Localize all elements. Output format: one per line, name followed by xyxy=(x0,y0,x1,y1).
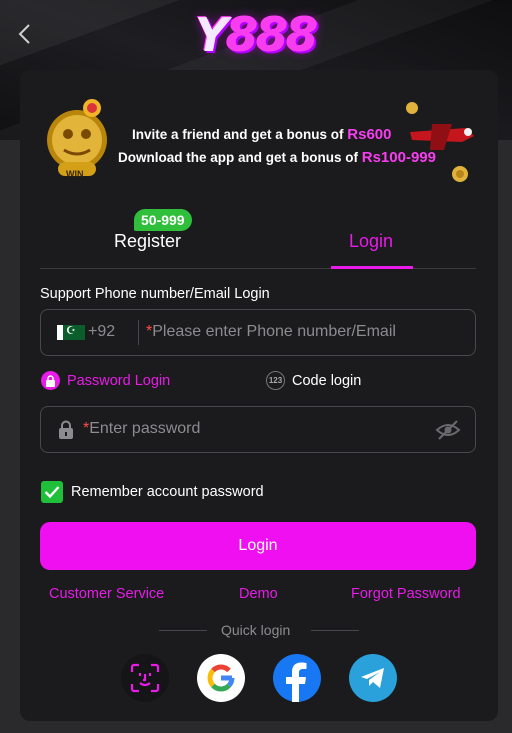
telegram-button[interactable] xyxy=(349,654,397,702)
login-button[interactable]: Login xyxy=(40,522,476,570)
code-login-label: Code login xyxy=(292,372,362,389)
remember-password-toggle[interactable]: Remember account password xyxy=(41,481,264,503)
quick-login-label: Quick login xyxy=(221,622,291,638)
brand-logo: Y888 xyxy=(195,8,318,62)
password-placeholder: *Enter password xyxy=(83,420,201,437)
active-tab-indicator xyxy=(331,266,413,269)
win-label: WIN xyxy=(66,169,84,179)
password-field[interactable]: *Enter password xyxy=(40,406,476,453)
promo-download-text: Download the app and get a bonus of xyxy=(118,150,362,165)
password-placeholder-text: Enter password xyxy=(89,420,201,437)
facebook-button[interactable] xyxy=(273,654,321,702)
field-separator xyxy=(138,320,139,345)
promo-banner[interactable]: WIN Invite a friend and get a bonus of R… xyxy=(40,98,480,188)
checkmark-icon xyxy=(44,486,60,499)
tab-register[interactable]: Register xyxy=(114,231,181,252)
code-login-option[interactable]: 123 Code login xyxy=(266,371,361,390)
quick-login-divider-left xyxy=(159,630,207,631)
pakistan-flag-icon xyxy=(57,324,85,340)
numeric-code-icon: 123 xyxy=(266,371,285,390)
back-button[interactable] xyxy=(12,20,36,48)
google-button[interactable] xyxy=(197,654,245,702)
promo-invite-text: Invite a friend and get a bonus of xyxy=(132,127,348,142)
promo-invite-amount: Rs600 xyxy=(347,126,392,143)
password-login-option[interactable]: Password Login xyxy=(41,371,170,390)
face-id-icon xyxy=(130,663,160,693)
customer-service-link[interactable]: Customer Service xyxy=(49,586,164,602)
facebook-icon xyxy=(286,662,307,702)
airplane-icon xyxy=(406,102,474,182)
forgot-password-link[interactable]: Forgot Password xyxy=(351,586,461,602)
chevron-left-icon xyxy=(18,24,30,44)
remember-checkbox[interactable] xyxy=(41,481,63,503)
face-id-button[interactable] xyxy=(121,654,169,702)
tab-login[interactable]: Login xyxy=(349,231,393,252)
eye-off-icon[interactable] xyxy=(435,419,461,441)
quick-login-divider-right xyxy=(311,630,359,631)
demo-link[interactable]: Demo xyxy=(239,586,278,602)
telegram-icon xyxy=(361,668,384,688)
lock-badge-icon xyxy=(41,371,60,390)
country-code[interactable]: +92 xyxy=(88,323,115,341)
login-section-label: Support Phone number/Email Login xyxy=(40,286,270,302)
remember-label: Remember account password xyxy=(71,484,264,500)
phone-placeholder-text: Please enter Phone number/Email xyxy=(152,323,396,340)
google-icon xyxy=(207,664,235,692)
lock-icon xyxy=(59,420,73,439)
login-card: WIN Invite a friend and get a bonus of R… xyxy=(20,70,498,721)
phone-email-field[interactable]: +92 *Please enter Phone number/Email xyxy=(40,309,476,356)
register-bonus-badge: 50-999 xyxy=(134,209,192,231)
password-login-label: Password Login xyxy=(67,372,171,389)
promo-line-invite: Invite a friend and get a bonus of Rs600 xyxy=(132,126,391,143)
phone-placeholder: *Please enter Phone number/Email xyxy=(146,323,396,340)
promo-line-download: Download the app and get a bonus of Rs10… xyxy=(118,149,436,166)
